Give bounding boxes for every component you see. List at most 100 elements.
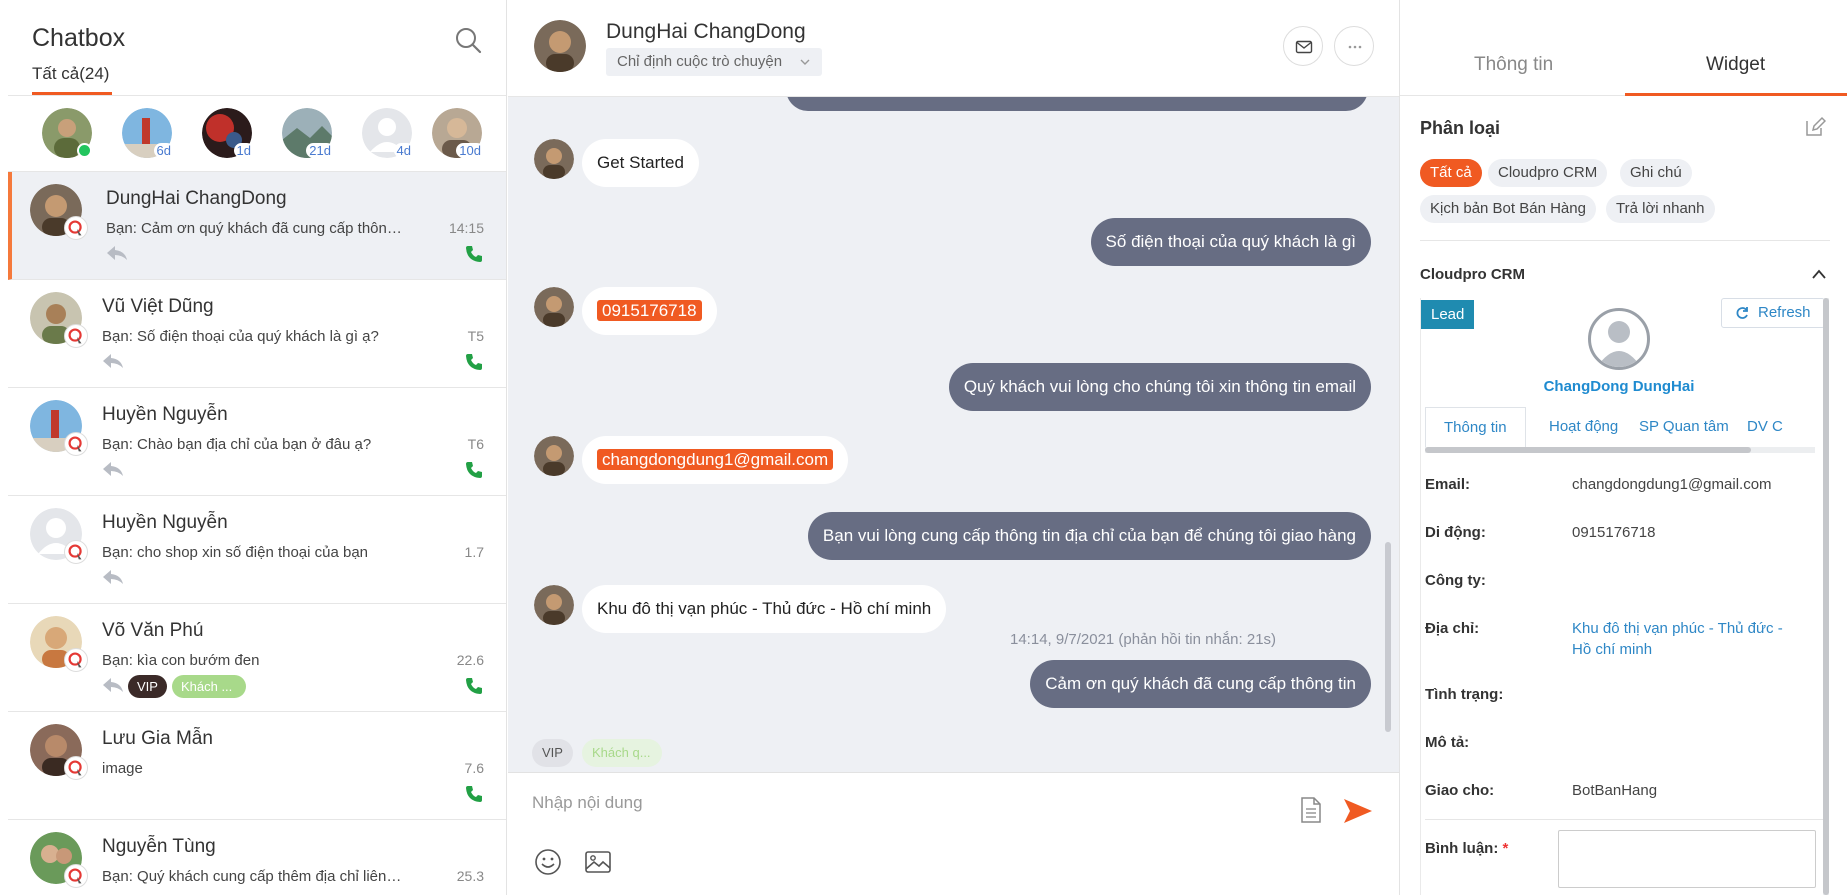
tab-all-conversations[interactable]: Tất cả(24): [32, 64, 109, 84]
crm-tabs-scrollbar[interactable]: [1425, 447, 1815, 453]
conversation-name: Nguyễn Tùng: [102, 836, 216, 857]
conversation-item[interactable]: Lưu Gia Mẫn image 7.6: [8, 712, 506, 820]
chatbox-app: Chatbox Tất cả(24) 6d 1d 21d 4d 10d Dung…: [0, 0, 1847, 895]
chevron-up-icon[interactable]: [1811, 268, 1827, 280]
highlighted-email[interactable]: changdongdung1@gmail.com: [597, 449, 834, 470]
conversation-preview: Bạn: Quý khách cung cấp thêm địa chỉ liê…: [102, 868, 402, 885]
conversation-name: Huyền Nguyễn: [102, 512, 228, 533]
conversation-item[interactable]: Nguyễn Tùng Bạn: Quý khách cung cấp thêm…: [8, 820, 506, 895]
image-icon[interactable]: [584, 849, 612, 875]
crm-vertical-scrollbar[interactable]: [1823, 298, 1829, 895]
phone-icon[interactable]: [464, 676, 484, 696]
last-seen-label: 21d: [306, 143, 334, 158]
conversation-tag-bar: VIP Khách q...: [508, 735, 1399, 773]
chevron-down-icon: [800, 59, 810, 65]
user-icon: [1597, 321, 1641, 367]
recent-contact[interactable]: 10d: [432, 108, 484, 158]
conversation-item[interactable]: Vũ Việt Dũng Bạn: Số điện thoại của quý …: [8, 280, 506, 388]
chip-quick-reply[interactable]: Trả lời nhanh: [1606, 195, 1715, 223]
crm-section-title: Cloudpro CRM: [1420, 266, 1525, 283]
recent-contact[interactable]: [42, 108, 92, 158]
emoji-icon[interactable]: [534, 848, 562, 876]
comment-textarea[interactable]: [1558, 830, 1816, 888]
channel-badge-icon: [64, 864, 88, 888]
crm-contact-avatar: [1588, 308, 1650, 370]
mail-icon: [1295, 40, 1313, 54]
conversation-name: Huyền Nguyễn: [102, 404, 228, 425]
message-outgoing: Số điện thoại của quý khách là gì: [1090, 218, 1371, 266]
field-value-mobile: 0915176718: [1572, 524, 1656, 541]
conversation-time: 14:15: [448, 220, 484, 236]
assign-conversation-dropdown[interactable]: Chỉ định cuộc trò chuyện: [606, 48, 823, 76]
edit-icon[interactable]: [1804, 116, 1826, 138]
search-icon[interactable]: [454, 26, 482, 54]
message-list[interactable]: Get Started Số điện thoại của quý khách …: [508, 97, 1399, 735]
message-outgoing: [786, 97, 1368, 111]
chip-bot-script[interactable]: Kịch bản Bot Bán Hàng: [1420, 195, 1596, 223]
chat-panel: DungHai ChangDong Chỉ định cuộc trò chuy…: [508, 0, 1399, 895]
sidebar-title: Chatbox: [32, 24, 126, 52]
tag-customer[interactable]: Khách ...: [171, 675, 246, 698]
avatar: [534, 585, 574, 625]
message-input[interactable]: [532, 788, 1272, 818]
tag-vip[interactable]: VIP: [532, 739, 573, 767]
scrollbar-thumb[interactable]: [1823, 298, 1829, 895]
comment-label-text: Bình luận:: [1425, 840, 1499, 857]
last-seen-label: 1d: [233, 143, 254, 158]
tab-active-indicator: [32, 92, 112, 95]
phone-icon[interactable]: [464, 460, 484, 480]
details-panel: Thông tin Widget Phân loại Tất cả Cloudp…: [1399, 0, 1847, 895]
message-incoming: changdongdung1@gmail.com: [582, 436, 849, 484]
document-icon[interactable]: [1299, 796, 1323, 824]
crm-contact-name[interactable]: ChangDong DungHai: [1421, 378, 1817, 395]
scrollbar-thumb[interactable]: [1425, 447, 1751, 453]
lead-badge: Lead: [1421, 300, 1475, 329]
tab-info[interactable]: Thông tin: [1474, 54, 1553, 76]
channel-badge-icon: [64, 756, 88, 780]
tag-customer[interactable]: Khách q...: [582, 739, 662, 767]
conversation-name: Võ Văn Phú: [102, 620, 204, 641]
chat-scrollbar[interactable]: [1385, 542, 1391, 732]
chip-all[interactable]: Tất cả: [1420, 159, 1482, 187]
refresh-button[interactable]: Refresh: [1721, 298, 1825, 328]
chip-cloudpro-crm[interactable]: Cloudpro CRM: [1488, 159, 1608, 187]
tab-widget[interactable]: Widget: [1706, 54, 1765, 76]
conversation-item[interactable]: Huyền Nguyễn Bạn: Chào bạn địa chỉ của b…: [8, 388, 506, 496]
category-section-title: Phân loại: [1420, 118, 1501, 138]
phone-icon[interactable]: [464, 244, 484, 264]
conversation-preview: Bạn: cho shop xin số điện thoại của bạn: [102, 544, 369, 561]
send-icon[interactable]: [1343, 798, 1373, 824]
message-incoming: Get Started: [582, 139, 699, 187]
field-value-address[interactable]: Khu đô thị vạn phúc - Thủ đức - Hồ chí m…: [1572, 618, 1802, 660]
conversation-item[interactable]: Huyền Nguyễn Bạn: cho shop xin số điện t…: [8, 496, 506, 604]
conversation-item[interactable]: DungHai ChangDong Bạn: Cảm ơn quý khách …: [8, 172, 506, 280]
highlighted-phone[interactable]: 0915176718: [597, 300, 702, 321]
phone-icon[interactable]: [464, 352, 484, 372]
phone-icon[interactable]: [464, 784, 484, 804]
conversation-time: 1.7: [464, 544, 484, 560]
reply-icon: [103, 354, 123, 368]
online-status-dot: [77, 143, 92, 158]
recent-contact[interactable]: 4d: [362, 108, 414, 158]
sidebar-header: Chatbox Tất cả(24): [8, 0, 506, 96]
field-divider: [1425, 819, 1823, 820]
field-label-status: Tình trạng:: [1425, 686, 1504, 703]
recent-contact[interactable]: 21d: [282, 108, 334, 158]
recent-contact[interactable]: 6d: [122, 108, 174, 158]
recent-contact[interactable]: 1d: [202, 108, 254, 158]
more-options-button[interactable]: [1334, 26, 1374, 66]
tag-vip[interactable]: VIP: [128, 675, 167, 698]
email-button[interactable]: [1283, 26, 1323, 66]
message-outgoing: Cảm ơn quý khách đã cung cấp thông tin: [1030, 660, 1371, 708]
chip-notes[interactable]: Ghi chú: [1620, 159, 1692, 187]
crm-tabs: Thông tin Hoạt động SP Quan tâm DV C: [1425, 407, 1815, 449]
crm-tab-services[interactable]: DV C: [1747, 407, 1783, 449]
message-composer: [508, 774, 1399, 895]
crm-tab-activity[interactable]: Hoạt động: [1549, 407, 1618, 449]
last-seen-label: 6d: [153, 143, 174, 158]
reply-icon: [103, 678, 123, 692]
crm-tab-products[interactable]: SP Quan tâm: [1639, 407, 1729, 449]
details-tabs: Thông tin Widget: [1400, 0, 1847, 96]
crm-tab-info[interactable]: Thông tin: [1425, 407, 1526, 449]
conversation-item[interactable]: Võ Văn Phú Bạn: kìa con bướm đen 22.6 VI…: [8, 604, 506, 712]
